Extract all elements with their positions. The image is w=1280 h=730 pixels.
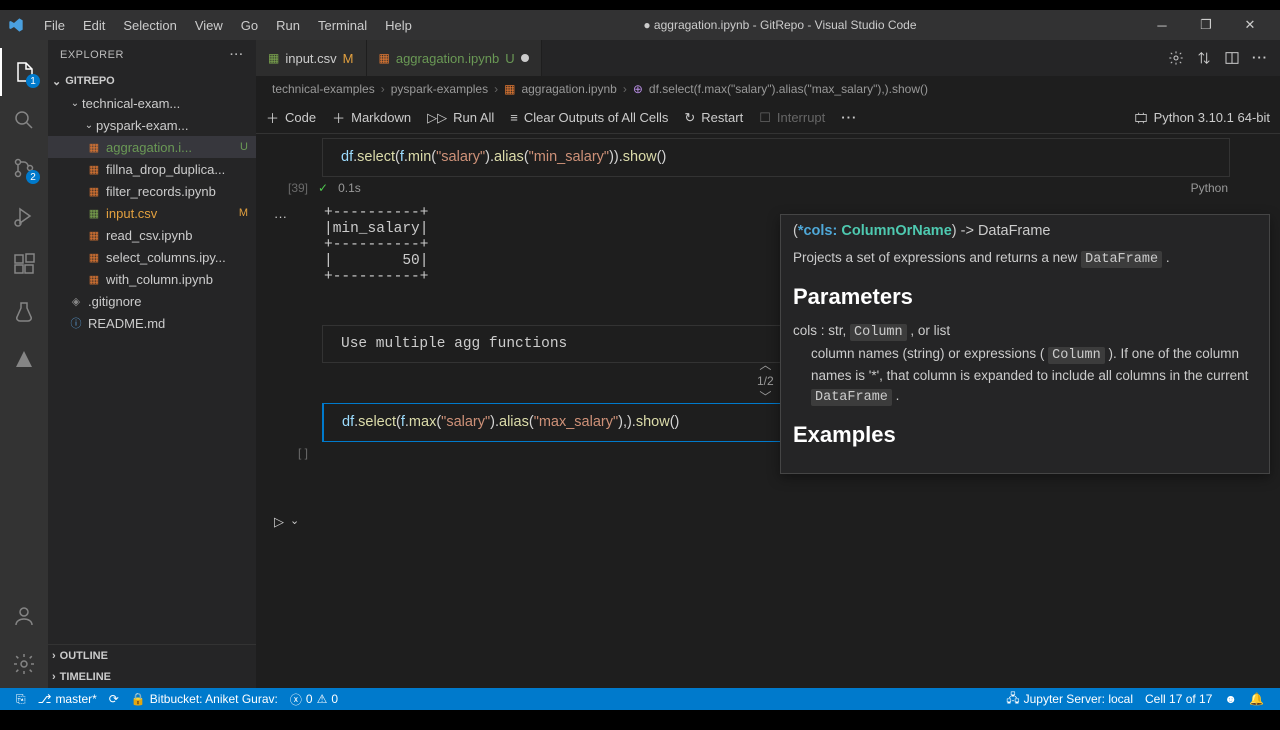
status-jupyter[interactable]: 🖧 Jupyter Server: local — [1000, 689, 1139, 710]
toolbar-more-icon[interactable]: ··· — [841, 110, 857, 125]
activity-bar: 1 2 — [0, 40, 48, 688]
menu-file[interactable]: File — [36, 14, 73, 37]
chevron-down-icon[interactable]: ﹀ — [757, 389, 774, 405]
sidebar-more-icon[interactable]: ··· — [230, 49, 244, 61]
status-remote-icon[interactable]: ⎘ — [10, 692, 32, 707]
menu-run[interactable]: Run — [268, 14, 308, 37]
notebook-file-icon: ▦ — [86, 139, 102, 155]
status-bell-icon[interactable]: 🔔 — [1243, 692, 1270, 706]
notebook-file-icon: ▦ — [86, 249, 102, 265]
file-tree: ⌄technical-exam... ⌄pyspark-exam... ▦ ag… — [48, 92, 256, 644]
csv-file-icon: ▦ — [268, 51, 279, 65]
activity-explorer-icon[interactable]: 1 — [0, 48, 48, 96]
tab-aggragation[interactable]: ▦ aggragation.ipynb U — [367, 40, 542, 76]
sidebar: EXPLORER ··· ⌄GITREPO ⌄technical-exam...… — [48, 40, 256, 688]
tree-file-readcsv[interactable]: ▦ read_csv.ipynb — [48, 224, 256, 246]
git-badge: 2 — [26, 170, 40, 184]
main-menu: File Edit Selection View Go Run Terminal… — [36, 14, 420, 37]
diff-icon[interactable] — [1196, 50, 1212, 66]
status-sync-icon[interactable]: ⟳ — [103, 692, 125, 706]
status-cell[interactable]: Cell 17 of 17 — [1139, 692, 1218, 706]
tree-file-with-column[interactable]: ▦ with_column.ipynb — [48, 268, 256, 290]
tree-file-aggragation[interactable]: ▦ aggragation.i...U — [48, 136, 256, 158]
cell-success-icon: ✓ — [318, 181, 328, 195]
repo-section[interactable]: ⌄GITREPO — [48, 70, 256, 92]
activity-debug-icon[interactable] — [0, 192, 48, 240]
editor-tabs: ▦ input.csv M ▦ aggragation.ipynb U ··· — [256, 40, 1280, 76]
gitignore-file-icon: ◈ — [68, 293, 84, 309]
code-cell[interactable]: df.select(f.min("salary").alias("min_sal… — [322, 138, 1230, 177]
tree-folder-pyspark[interactable]: ⌄pyspark-exam... — [48, 114, 256, 136]
info-file-icon: ⓘ — [68, 315, 84, 331]
chevron-up-icon[interactable]: ︿ — [757, 357, 774, 373]
activity-account-icon[interactable] — [0, 592, 48, 640]
run-cell-icon[interactable]: ▷ — [274, 514, 284, 530]
collapse-output-icon[interactable]: ··· — [274, 209, 287, 224]
window-minimize-icon[interactable]: ─ — [1140, 10, 1184, 40]
signature-help-popup: ︿ 1/2 ﹀ (*cols: ColumnOrName) -> DataFra… — [780, 214, 1270, 474]
cell-menu-chevron-icon[interactable]: ⌄ — [290, 514, 299, 530]
tree-file-input-csv[interactable]: ▦ input.csvM — [48, 202, 256, 224]
cell-status: [39] ✓ 0.1s Python — [322, 177, 1230, 199]
cell-language-picker[interactable]: Python — [1191, 181, 1228, 195]
tab-input-csv[interactable]: ▦ input.csv M — [256, 40, 367, 76]
sighelp-pager[interactable]: ︿ 1/2 ﹀ — [757, 357, 774, 405]
signature-line: (*cols: ColumnOrName) -> DataFrame — [781, 215, 1269, 248]
tree-folder-technical[interactable]: ⌄technical-exam... — [48, 92, 256, 114]
activity-testing-icon[interactable] — [0, 288, 48, 336]
editor-more-icon[interactable]: ··· — [1252, 50, 1268, 66]
status-feedback-icon[interactable]: ☻ — [1218, 692, 1243, 706]
tree-file-fillna[interactable]: ▦ fillna_drop_duplica... — [48, 158, 256, 180]
title-bar: File Edit Selection View Go Run Terminal… — [0, 10, 1280, 40]
outline-section[interactable]: ›OUTLINE — [48, 644, 256, 666]
add-code-button[interactable]: ＋ Code — [266, 108, 316, 127]
activity-azure-icon[interactable] — [0, 336, 48, 384]
tree-file-select-cols[interactable]: ▦ select_columns.ipy... — [48, 246, 256, 268]
status-problems[interactable]: ⓧ 0 ⚠ 0 — [284, 691, 344, 708]
kernel-settings-icon[interactable] — [1168, 50, 1184, 66]
menu-edit[interactable]: Edit — [75, 14, 113, 37]
signature-description: Projects a set of expressions and return… — [781, 248, 1269, 473]
notebook-file-icon: ▦ — [379, 51, 390, 65]
split-editor-icon[interactable] — [1224, 50, 1240, 66]
editor-area: ▦ input.csv M ▦ aggragation.ipynb U ··· — [256, 40, 1280, 688]
restart-button[interactable]: ↻ Restart — [684, 110, 743, 126]
activity-search-icon[interactable] — [0, 96, 48, 144]
run-all-button[interactable]: ▷▷ Run All — [427, 110, 494, 126]
menu-selection[interactable]: Selection — [115, 14, 184, 37]
menu-go[interactable]: Go — [233, 14, 266, 37]
window-title: ● aggragation.ipynb - GitRepo - Visual S… — [420, 18, 1140, 32]
sidebar-header: EXPLORER ··· — [48, 40, 256, 70]
notebook-file-icon: ▦ — [86, 227, 102, 243]
notebook-file-icon: ▦ — [86, 161, 102, 177]
timeline-section[interactable]: ›TIMELINE — [48, 666, 256, 688]
add-markdown-button[interactable]: ＋ Markdown — [332, 108, 411, 127]
clear-outputs-button[interactable]: ≡ Clear Outputs of All Cells — [510, 110, 668, 125]
tree-file-readme[interactable]: ⓘ README.md — [48, 312, 256, 334]
tree-file-filter[interactable]: ▦ filter_records.ipynb — [48, 180, 256, 202]
tree-file-gitignore[interactable]: ◈ .gitignore — [48, 290, 256, 312]
window-close-icon[interactable]: ✕ — [1228, 10, 1272, 40]
breadcrumb[interactable]: technical-examples› pyspark-examples› ▦a… — [256, 76, 1280, 102]
activity-git-icon[interactable]: 2 — [0, 144, 48, 192]
dirty-indicator-icon — [521, 54, 529, 62]
notebook-file-icon: ▦ — [86, 183, 102, 199]
menu-view[interactable]: View — [187, 14, 231, 37]
interrupt-button[interactable]: ☐ Interrupt — [759, 110, 825, 126]
notebook-file-icon: ▦ — [86, 271, 102, 287]
kernel-picker[interactable]: Python 3.10.1 64-bit — [1134, 110, 1270, 125]
status-bar: ⎘ ⎇ master* ⟳ 🔒 Bitbucket: Aniket Gurav:… — [0, 688, 1280, 710]
explorer-badge: 1 — [26, 74, 40, 88]
activity-settings-icon[interactable] — [0, 640, 48, 688]
activity-extensions-icon[interactable] — [0, 240, 48, 288]
status-bitbucket[interactable]: 🔒 Bitbucket: Aniket Gurav: — [125, 692, 284, 706]
notebook-toolbar: ＋ Code ＋ Markdown ▷▷ Run All ≡ Clear Out… — [256, 102, 1280, 134]
window-maximize-icon[interactable]: ❐ — [1184, 10, 1228, 40]
status-branch[interactable]: ⎇ master* — [32, 692, 103, 706]
vscode-logo-icon — [8, 17, 24, 33]
menu-terminal[interactable]: Terminal — [310, 14, 375, 37]
csv-file-icon: ▦ — [86, 205, 102, 221]
menu-help[interactable]: Help — [377, 14, 420, 37]
notebook-body[interactable]: df.select(f.min("salary").alias("min_sal… — [256, 134, 1280, 688]
